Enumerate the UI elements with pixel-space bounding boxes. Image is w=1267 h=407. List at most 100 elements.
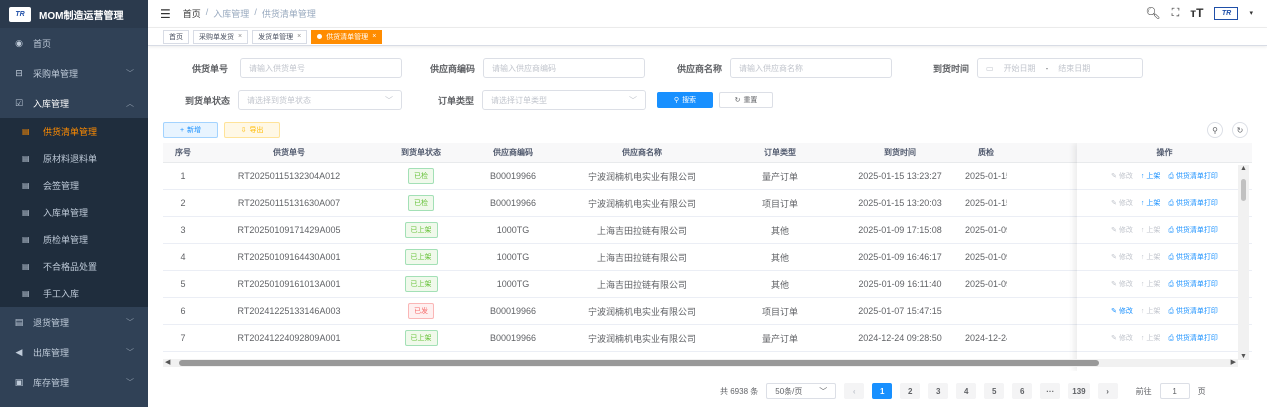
reset-button[interactable]: ↻ 重置 <box>719 92 773 108</box>
ops-row: ✎ 修改 ↑ 上架 ⎙ 供货清单打印 <box>1077 298 1252 325</box>
page-button[interactable]: 1 <box>872 383 893 399</box>
pagination: 共 6938 条 50条/页 ﹀ ‹ 1 2 3 4 5 6 ··· 139 › 前往 1 页 <box>720 383 1206 399</box>
page-button[interactable]: ··· <box>1040 383 1061 399</box>
inventory-icon: ▣ <box>14 376 24 387</box>
tab-tag[interactable]: 采购单发货 × <box>193 29 249 44</box>
shelve-button[interactable]: ↑ 上架 <box>1141 171 1160 181</box>
sidebar-item-edit[interactable]: ☑ 入库管理 ︿ <box>0 88 148 118</box>
print-button[interactable]: ⎙ 供货清单打印 <box>1168 171 1218 181</box>
edit-button[interactable]: ✎ 修改 <box>1111 333 1133 343</box>
submenu-item[interactable]: ▤ 不合格品处置 <box>0 253 148 280</box>
printer-icon: ⎙ <box>1168 200 1176 207</box>
submenu-item[interactable]: ▤ 手工入库 <box>0 280 148 307</box>
edit-button[interactable]: ✎ 修改 <box>1111 225 1133 235</box>
submenu-item[interactable]: ▤ 会签管理 <box>0 172 148 199</box>
scroll-down-icon[interactable]: ▼ <box>1240 353 1247 360</box>
submenu-item[interactable]: ▤ 供货清单管理 <box>0 118 148 145</box>
add-button[interactable]: + 新增 <box>163 122 218 138</box>
submenu-item[interactable]: ▤ 原材料退料单 <box>0 145 148 172</box>
print-button[interactable]: ⎙ 供货清单打印 <box>1168 225 1218 235</box>
print-button[interactable]: ⎙ 供货清单打印 <box>1168 306 1218 316</box>
page-button[interactable]: 2 <box>900 383 921 399</box>
tab-tag[interactable]: 首页 <box>163 29 189 44</box>
edit-button[interactable]: ✎ 修改 <box>1111 279 1133 289</box>
shelve-button[interactable]: ↑ 上架 <box>1141 333 1160 343</box>
search-icon[interactable]: 🔍︎ <box>1145 6 1160 20</box>
horizontal-scrollbar[interactable]: ◀ ▶ <box>163 359 1238 367</box>
print-label: 供货清单打印 <box>1175 308 1218 315</box>
cell-no: RT20250115132304A012 <box>237 171 341 181</box>
page-button[interactable]: 6 <box>1012 383 1033 399</box>
scroll-right-icon[interactable]: ▶ <box>1231 358 1236 366</box>
scroll-left-icon[interactable]: ◀ <box>165 358 170 366</box>
export-button[interactable]: ⇩ 导出 <box>224 122 280 138</box>
fullscreen-icon[interactable]: ⛶ <box>1172 7 1180 20</box>
brand[interactable]: TR MOM制造运营管理 <box>0 0 148 28</box>
cell-code: B00019966 <box>489 198 537 208</box>
vertical-scrollbar[interactable]: ▲ ▼ <box>1238 165 1249 360</box>
edit-label: 修改 <box>1118 335 1133 342</box>
close-icon[interactable]: × <box>372 33 376 40</box>
arrival-date-range[interactable]: ▭ 开始日期 - 结束日期 <box>977 58 1143 78</box>
horizontal-scroll-thumb[interactable] <box>179 360 1099 366</box>
page-button[interactable]: 139 <box>1068 383 1090 399</box>
printer-icon: ⎙ <box>1168 281 1176 288</box>
supplier-name-input[interactable]: 请输入供应商名称 <box>730 58 892 78</box>
sidebar-item-send[interactable]: ◀ 出库管理 ﹀ <box>0 337 148 367</box>
sidebar-item-cart[interactable]: ⊟ 采购单管理 ﹀ <box>0 58 148 88</box>
vertical-scroll-thumb[interactable] <box>1241 179 1246 201</box>
filter-arrival-status: 到货单状态 请选择到货单状态 ﹀ <box>168 90 402 110</box>
supply-no-input[interactable]: 请输入供货单号 <box>240 58 402 78</box>
chevron-down-icon[interactable]: ▾ <box>1249 9 1253 17</box>
prev-page-button[interactable]: ‹ <box>844 383 865 399</box>
cell-no: RT20250109161013A001 <box>237 279 341 289</box>
page-button[interactable]: 3 <box>928 383 949 399</box>
sidebar-item-dashboard[interactable]: ◉ 首页 <box>0 28 148 58</box>
shelve-button[interactable]: ↑ 上架 <box>1141 252 1160 262</box>
print-label: 供货清单打印 <box>1175 173 1218 180</box>
shelve-button[interactable]: ↑ 上架 <box>1141 225 1160 235</box>
breadcrumb-item[interactable]: 供货清单管理 <box>262 7 316 20</box>
close-icon[interactable]: × <box>297 33 301 40</box>
breadcrumb-item[interactable]: 入库管理 <box>213 7 249 20</box>
edit-button[interactable]: ✎ 修改 <box>1111 306 1133 316</box>
print-button[interactable]: ⎙ 供货清单打印 <box>1168 198 1218 208</box>
search-toggle-icon[interactable]: ⚲ <box>1207 122 1223 138</box>
shelve-button[interactable]: ↑ 上架 <box>1141 279 1160 289</box>
search-button[interactable]: ⚲ 搜索 <box>657 92 713 108</box>
edit-button[interactable]: ✎ 修改 <box>1111 198 1133 208</box>
next-page-button[interactable]: › <box>1097 383 1118 399</box>
supplier-code-input[interactable]: 请输入供应商编码 <box>483 58 645 78</box>
submenu-item[interactable]: ▤ 入库单管理 <box>0 199 148 226</box>
shelve-button[interactable]: ↑ 上架 <box>1141 306 1160 316</box>
edit-button[interactable]: ✎ 修改 <box>1111 171 1133 181</box>
refresh-icon: ↻ <box>734 97 741 104</box>
close-icon[interactable]: × <box>238 33 242 40</box>
font-size-icon[interactable]: тT <box>1190 6 1203 20</box>
hamburger-icon[interactable]: ☰ <box>160 7 171 21</box>
breadcrumb-item[interactable]: 首页 <box>183 7 201 20</box>
sidebar-item-inventory[interactable]: ▣ 库存管理 ﹀ <box>0 367 148 397</box>
submenu-item[interactable]: ▤ 质检单管理 <box>0 226 148 253</box>
edit-button[interactable]: ✎ 修改 <box>1111 252 1133 262</box>
shelve-button[interactable]: ↑ 上架 <box>1141 198 1160 208</box>
page-button[interactable]: 5 <box>984 383 1005 399</box>
refresh-icon[interactable]: ↻ <box>1232 122 1248 138</box>
print-button[interactable]: ⎙ 供货清单打印 <box>1168 252 1218 262</box>
arrival-status-select[interactable]: 请选择到货单状态 ﹀ <box>238 90 402 110</box>
sidebar-item-return[interactable]: ▤ 退货管理 ﹀ <box>0 307 148 337</box>
print-button[interactable]: ⎙ 供货清单打印 <box>1168 279 1218 289</box>
tab-tag[interactable]: 发货单管理 × <box>252 29 308 44</box>
scroll-up-icon[interactable]: ▲ <box>1240 165 1247 172</box>
date-separator: - <box>1045 63 1049 73</box>
print-button[interactable]: ⎙ 供货清单打印 <box>1168 333 1218 343</box>
avatar[interactable]: TR <box>1214 6 1239 20</box>
page-button[interactable]: 4 <box>956 383 977 399</box>
order-type-select[interactable]: 请选择订单类型 ﹀ <box>482 90 646 110</box>
cell-name: 宁波润楠机电实业有限公司 <box>587 333 696 344</box>
page-size-select[interactable]: 50条/页 ﹀ <box>766 383 837 399</box>
goto-page-input[interactable]: 1 <box>1159 383 1190 399</box>
cell-qc: 2025-01-09 <box>965 225 1007 235</box>
filter-label: 供应商编码 <box>429 63 475 74</box>
tab-tag[interactable]: 供货清单管理 × <box>311 29 383 44</box>
